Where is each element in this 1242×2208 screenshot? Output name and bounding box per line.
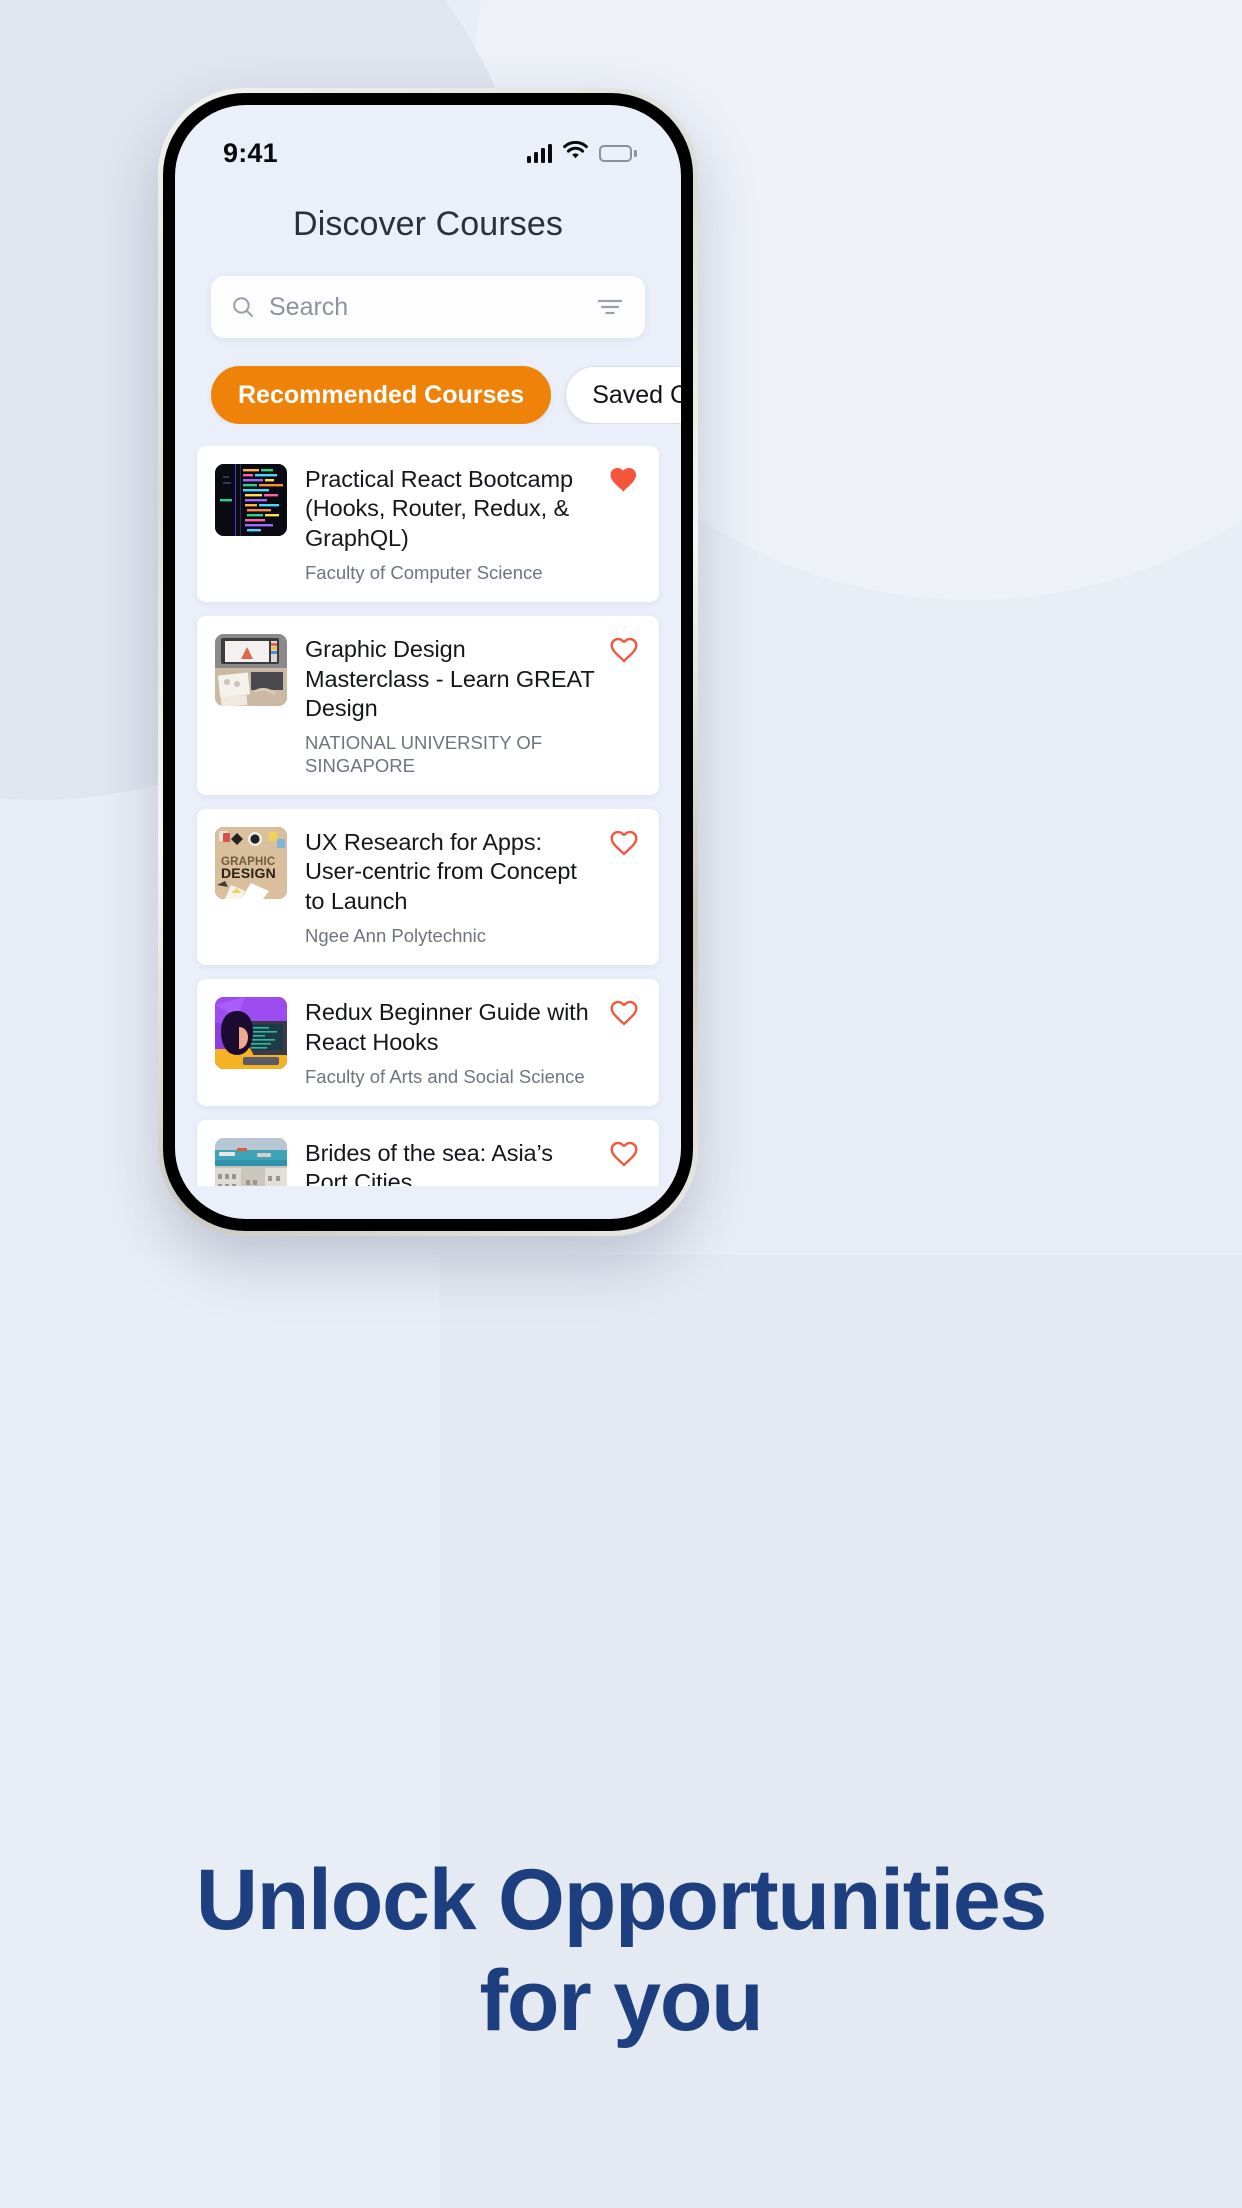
course-card[interactable]: Brides of the sea: Asia’s Port Cities Fa…: [197, 1120, 659, 1186]
wifi-icon: [563, 140, 589, 165]
course-list[interactable]: Practical React Bootcamp (Hooks, Router,…: [175, 446, 681, 1186]
course-card[interactable]: Practical React Bootcamp (Hooks, Router,…: [197, 446, 659, 603]
course-info: UX Research for Apps: User-centric from …: [305, 827, 595, 947]
course-provider: Faculty of Arts and Social Science: [305, 1065, 585, 1087]
harbour-city-thumb: [215, 1138, 287, 1186]
heart-outline-icon[interactable]: [609, 634, 639, 668]
headline-line-2: for you: [479, 1953, 763, 2050]
chip-saved-courses[interactable]: Saved Courses: [565, 366, 681, 424]
headline-line-1: Unlock Opportunities: [195, 1852, 1048, 1948]
filter-icon[interactable]: [597, 297, 623, 317]
page-title: Discover Courses: [293, 205, 563, 243]
course-info: Brides of the sea: Asia’s Port Cities Fa…: [305, 1138, 595, 1186]
course-provider: Ngee Ann Polytechnic: [305, 924, 487, 946]
course-info: Graphic Design Masterclass - Learn GREAT…: [305, 634, 595, 777]
signal-bars-icon: [527, 143, 553, 163]
search-input[interactable]: Search: [269, 293, 597, 322]
course-card[interactable]: Redux Beginner Guide with React Hooks Fa…: [197, 979, 659, 1107]
course-title: Brides of the sea: Asia’s Port Cities: [305, 1140, 553, 1186]
heart-filled-icon[interactable]: [609, 464, 639, 498]
search-bar[interactable]: Search: [211, 276, 645, 338]
svg-text:DESIGN: DESIGN: [221, 865, 276, 881]
search-section: Search: [175, 244, 681, 338]
course-info: Redux Beginner Guide with React Hooks Fa…: [305, 997, 595, 1088]
filter-chip-row[interactable]: Recommended Courses Saved Courses D: [175, 338, 681, 424]
code-editor-thumb: [215, 464, 287, 536]
course-provider: Faculty of Computer Science: [305, 562, 543, 584]
heart-outline-icon[interactable]: [609, 997, 639, 1031]
search-icon: [231, 295, 255, 319]
phone-mockup: 9:41 Discover Courses Search Recommended…: [158, 88, 698, 1236]
battery-icon: [599, 144, 637, 162]
person-at-laptop-thumb: [215, 997, 287, 1070]
status-bar: 9:41: [175, 105, 681, 179]
course-title: Redux Beginner Guide with React Hooks: [305, 999, 589, 1055]
course-title: Graphic Design Masterclass - Learn GREAT…: [305, 636, 595, 722]
phone-bezel: 9:41 Discover Courses Search Recommended…: [163, 93, 693, 1231]
background-panel-bottom-right: [439, 1255, 1242, 2208]
status-bar-icons: [527, 140, 637, 165]
course-info: Practical React Bootcamp (Hooks, Router,…: [305, 464, 595, 584]
heart-outline-icon[interactable]: [609, 1138, 639, 1172]
design-desk-thumb: [215, 634, 287, 707]
course-title: Practical React Bootcamp (Hooks, Router,…: [305, 466, 573, 551]
status-bar-time: 9:41: [223, 137, 278, 168]
heart-outline-icon[interactable]: [609, 827, 639, 861]
course-card[interactable]: GRAPHIC DESIGN UX Research for Apps: Use…: [197, 808, 659, 966]
course-title: UX Research for Apps: User-centric from …: [305, 828, 577, 914]
chip-recommended-courses[interactable]: Recommended Courses: [211, 366, 552, 424]
course-card[interactable]: Graphic Design Masterclass - Learn GREAT…: [197, 616, 659, 795]
course-provider: NATIONAL UNIVERSITY OF SINGAPORE: [305, 732, 543, 776]
marketing-headline: Unlock Opportunities for you: [0, 1850, 1242, 2053]
graphic-design-poster-thumb: GRAPHIC DESIGN: [215, 826, 287, 899]
phone-screen: 9:41 Discover Courses Search Recommended…: [175, 105, 681, 1219]
